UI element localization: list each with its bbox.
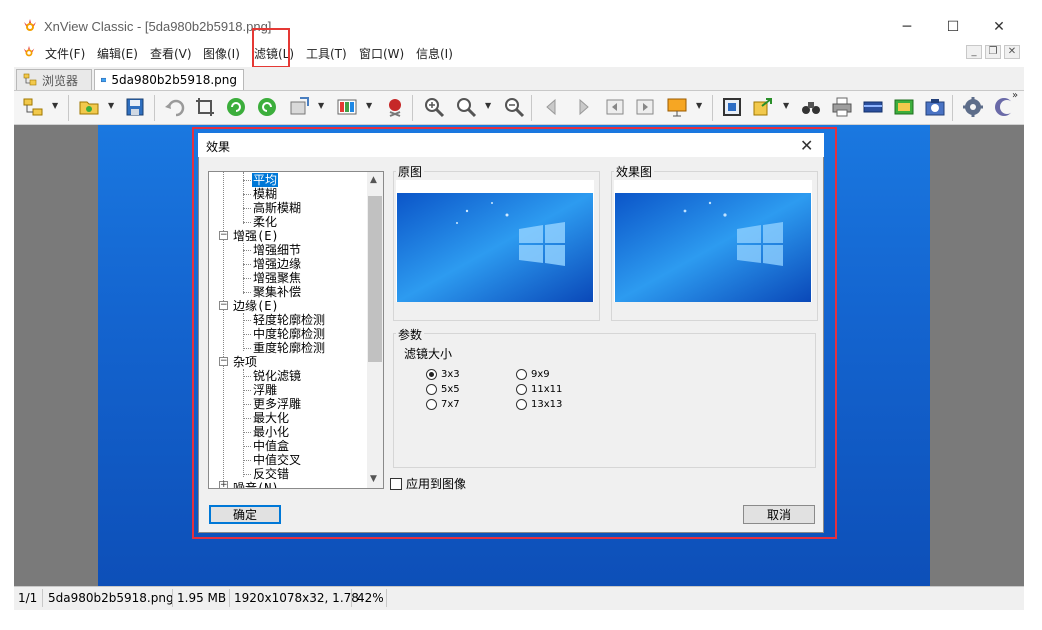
- toolbar-separator: [531, 95, 532, 121]
- toolbar-separator: [412, 95, 413, 121]
- rotate-left-icon[interactable]: [225, 96, 247, 118]
- image-file-icon: [101, 77, 107, 83]
- status-separator: [229, 589, 230, 607]
- menu-file[interactable]: 文件(F): [45, 45, 85, 62]
- zoom-in-icon[interactable]: [423, 96, 445, 118]
- settings-gear-icon[interactable]: [962, 96, 984, 118]
- tab-image[interactable]: 5da980b2b5918.png: [94, 69, 244, 90]
- zoom-out-icon[interactable]: [503, 96, 525, 118]
- menu-info[interactable]: 信息(I): [416, 45, 453, 62]
- dialog-highlight: [192, 127, 837, 539]
- transform-icon[interactable]: [288, 96, 310, 118]
- capture-icon[interactable]: [893, 96, 915, 118]
- first-icon[interactable]: [604, 96, 626, 118]
- slideshow-dropdown-icon[interactable]: ▼: [696, 101, 702, 110]
- adjust-colors-icon[interactable]: [336, 96, 358, 118]
- status-filesize: 1.95 MB: [177, 591, 227, 605]
- zoom-dropdown-icon[interactable]: ▼: [485, 101, 491, 110]
- previous-icon[interactable]: [541, 96, 563, 118]
- fullscreen-icon[interactable]: [721, 96, 743, 118]
- red-eye-icon[interactable]: [384, 96, 406, 118]
- status-separator: [42, 589, 43, 607]
- slideshow-icon[interactable]: [666, 96, 688, 118]
- xnview-logo-icon: [24, 19, 36, 31]
- browser-dropdown-icon[interactable]: ▼: [52, 101, 58, 110]
- status-separator: [386, 589, 387, 607]
- mdi-restore-button[interactable]: ❐: [985, 45, 1001, 59]
- binoculars-icon[interactable]: [800, 96, 822, 118]
- menu-window[interactable]: 窗口(W): [359, 45, 404, 62]
- zoom-options-icon[interactable]: [455, 96, 477, 118]
- crop-icon[interactable]: [194, 96, 216, 118]
- transform-dropdown-icon[interactable]: ▼: [318, 101, 324, 110]
- camera-icon[interactable]: [924, 96, 946, 118]
- menu-tools[interactable]: 工具(T): [306, 45, 347, 62]
- print-icon[interactable]: [831, 96, 853, 118]
- export-dropdown-icon[interactable]: ▼: [783, 101, 789, 110]
- status-zoom: 42%: [357, 591, 384, 605]
- toolbar-separator: [154, 95, 155, 121]
- next-icon[interactable]: [572, 96, 594, 118]
- colors-dropdown-icon[interactable]: ▼: [366, 101, 372, 110]
- toolbar-overflow-icon[interactable]: »: [1012, 90, 1018, 101]
- browser-tree-icon[interactable]: [22, 96, 44, 118]
- rotate-right-icon[interactable]: [256, 96, 278, 118]
- window-title: XnView Classic - [5da980b2b5918.png]: [44, 19, 272, 34]
- tab-browser-label: 浏览器: [42, 73, 79, 88]
- status-separator: [172, 589, 173, 607]
- status-separator: [351, 589, 352, 607]
- minimize-button[interactable]: ─: [884, 14, 930, 40]
- folder-tree-icon: [23, 73, 37, 86]
- app-menu-icon[interactable]: [22, 45, 36, 59]
- status-filename: 5da980b2b5918.png: [48, 591, 174, 605]
- status-index: 1/1: [18, 591, 38, 605]
- open-dropdown-icon[interactable]: ▼: [108, 101, 114, 110]
- mdi-minimize-button[interactable]: _: [966, 45, 982, 59]
- status-dimensions: 1920x1078x32, 1.78: [234, 591, 359, 605]
- toolbar-separator: [952, 95, 953, 121]
- menu-view[interactable]: 查看(V): [150, 45, 192, 62]
- toolbar-separator: [68, 95, 69, 121]
- toolbar-separator: [712, 95, 713, 121]
- maximize-button[interactable]: ☐: [930, 14, 976, 40]
- tab-browser[interactable]: 浏览器: [16, 69, 92, 90]
- undo-icon[interactable]: [164, 96, 186, 118]
- menu-image[interactable]: 图像(I): [203, 45, 240, 62]
- filter-menu-highlight: [252, 28, 290, 68]
- mdi-close-button[interactable]: ✕: [1004, 45, 1020, 59]
- export-icon[interactable]: [752, 96, 774, 118]
- last-icon[interactable]: [634, 96, 656, 118]
- menu-edit[interactable]: 编辑(E): [97, 45, 138, 62]
- tab-image-label: 5da980b2b5918.png: [111, 73, 237, 87]
- save-icon[interactable]: [124, 96, 146, 118]
- scanner-icon[interactable]: [862, 96, 884, 118]
- close-button[interactable]: ✕: [976, 14, 1022, 40]
- open-folder-icon[interactable]: [78, 96, 100, 118]
